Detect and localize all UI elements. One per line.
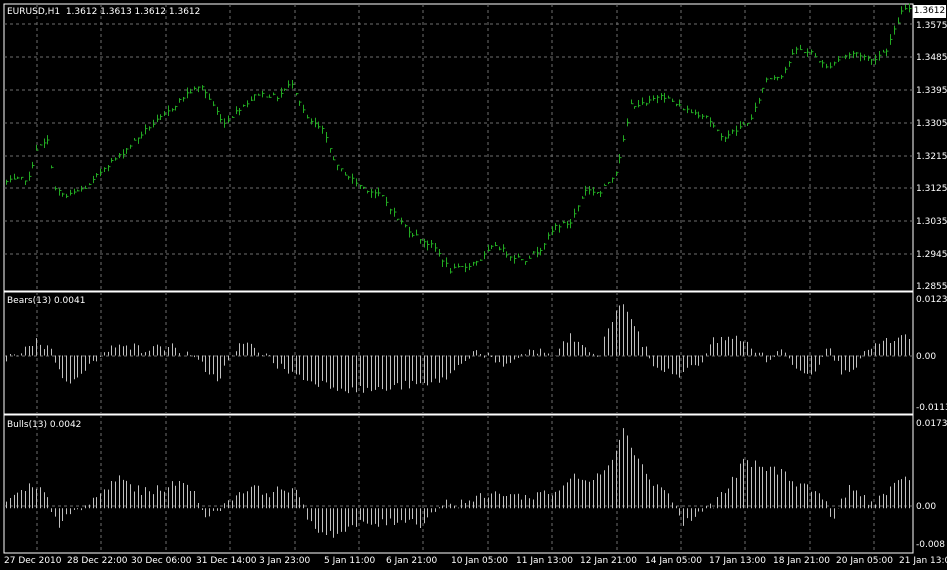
chart-canvas[interactable] bbox=[0, 0, 947, 570]
bulls-axis-label: -0.008 bbox=[916, 540, 946, 550]
time-axis-label: 14 Jan 05:00 bbox=[645, 556, 702, 566]
time-axis-label: 27 Dec 2010 bbox=[4, 556, 62, 566]
time-axis-label: 10 Jan 05:00 bbox=[451, 556, 508, 566]
bears-axis-label: 0.0123 bbox=[916, 295, 947, 305]
price-axis-label: 1.3125 bbox=[916, 184, 947, 194]
chart-window[interactable]: EURUSD,H1 1.3612 1.3613 1.3612 1.3612 1.… bbox=[0, 0, 947, 570]
time-axis-label: 11 Jan 13:00 bbox=[516, 556, 573, 566]
price-axis-label: 1.3395 bbox=[916, 86, 947, 96]
main-pane-title: EURUSD,H1 1.3612 1.3613 1.3612 1.3612 bbox=[7, 7, 201, 17]
bulls-pane-title: Bulls(13) 0.0042 bbox=[7, 420, 82, 430]
time-axis-label: 18 Jan 21:00 bbox=[773, 556, 830, 566]
pane-frame bbox=[3, 291, 914, 415]
time-axis-label: 6 Jan 21:00 bbox=[386, 556, 438, 566]
bears-pane-title: Bears(13) 0.0041 bbox=[7, 296, 86, 306]
price-axis-label: 1.3215 bbox=[916, 152, 947, 162]
bulls-axis-label: 0.0173 bbox=[916, 419, 947, 429]
time-axis-label: 28 Dec 22:00 bbox=[67, 556, 128, 566]
pane-frame bbox=[3, 3, 914, 292]
pane-frame bbox=[3, 414, 914, 554]
time-axis-label: 20 Jan 05:00 bbox=[836, 556, 893, 566]
price-axis-label: 1.3305 bbox=[916, 119, 947, 129]
current-price-label: 1.3612 bbox=[913, 5, 946, 18]
time-axis-label: 12 Jan 21:00 bbox=[580, 556, 637, 566]
price-axis-label: 1.2855 bbox=[916, 282, 947, 292]
bears-axis-label: -0.0113 bbox=[916, 403, 947, 413]
bears-axis-label: 0.00 bbox=[916, 352, 937, 362]
time-axis-label: 21 Jan 13:00 bbox=[899, 556, 947, 566]
time-axis-label: 3 Jan 23:00 bbox=[259, 556, 311, 566]
time-axis-label: 30 Dec 06:00 bbox=[131, 556, 192, 566]
time-axis-label: 5 Jan 11:00 bbox=[324, 556, 376, 566]
price-axis-label: 1.3035 bbox=[916, 217, 947, 227]
time-axis-label: 17 Jan 13:00 bbox=[709, 556, 766, 566]
price-axis-label: 1.3485 bbox=[916, 53, 947, 63]
time-axis-label: 31 Dec 14:00 bbox=[196, 556, 257, 566]
price-axis-label: 1.2945 bbox=[916, 250, 947, 260]
bulls-axis-label: 0.00 bbox=[916, 502, 937, 512]
price-axis-label: 1.3575 bbox=[916, 21, 947, 31]
